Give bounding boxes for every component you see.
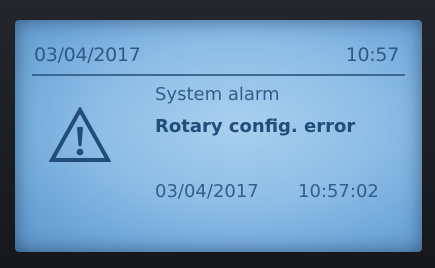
- alarm-date: 03/04/2017: [155, 181, 259, 202]
- lcd-screen: 03/04/2017 10:57 System alarm Rotary con…: [15, 20, 422, 252]
- alarm-time: 10:57:02: [298, 181, 379, 202]
- divider: [32, 74, 405, 76]
- header-time: 10:57: [345, 44, 400, 66]
- alarm-title: System alarm: [155, 84, 280, 105]
- status-bar: 03/04/2017 10:57: [15, 20, 422, 76]
- alarm-message: Rotary config. error: [155, 116, 356, 137]
- header-date: 03/04/2017: [34, 44, 141, 66]
- warning-icon: [49, 107, 111, 162]
